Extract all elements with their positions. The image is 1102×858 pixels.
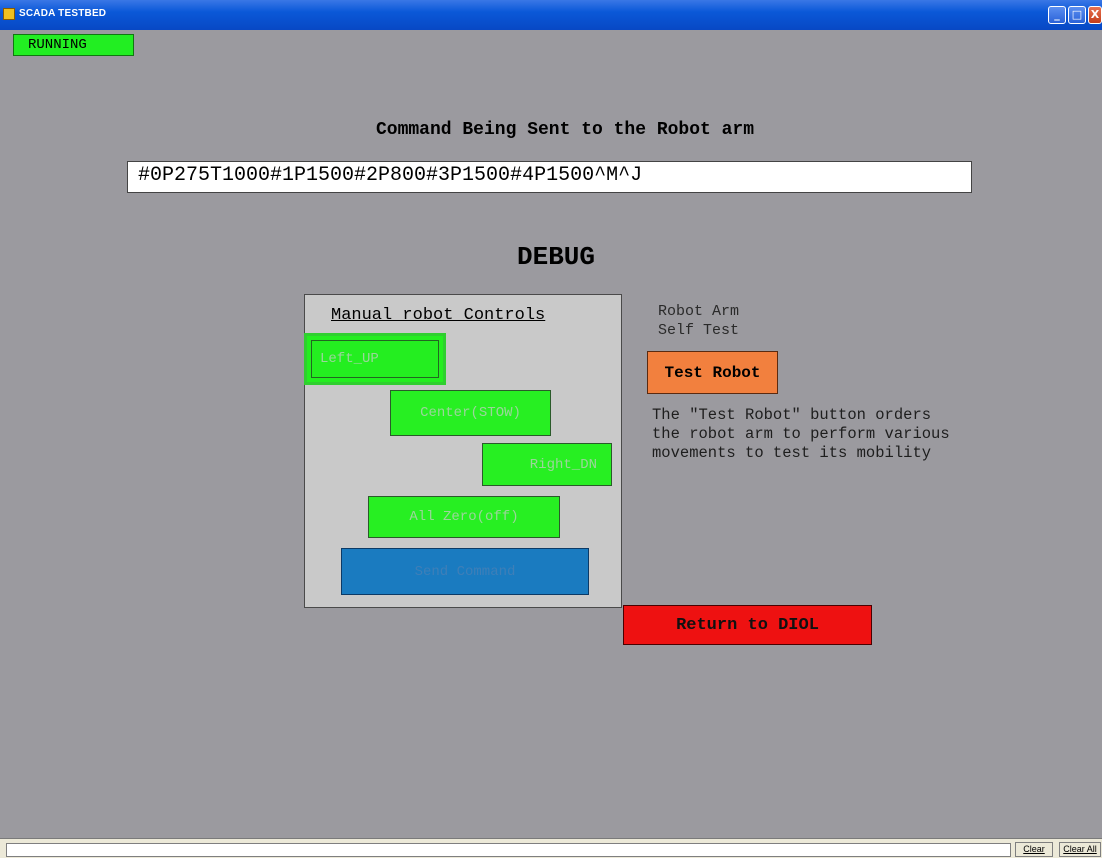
return-to-diol-button[interactable]: Return to DIOL: [623, 605, 872, 645]
debug-title: DEBUG: [517, 242, 596, 272]
app-icon: [3, 8, 15, 20]
self-test-label: Robot Arm Self Test: [658, 303, 740, 339]
minimize-button[interactable]: _: [1048, 6, 1066, 24]
window-titlebar: SCADA TESTBED _ □ X: [0, 0, 1102, 30]
clear-all-button[interactable]: Clear All: [1059, 842, 1101, 857]
close-button[interactable]: X: [1088, 6, 1102, 24]
status-message-field: [6, 843, 1011, 857]
command-display-field: #0P275T1000#1P1500#2P800#3P1500#4P1500^M…: [127, 161, 972, 193]
test-robot-button[interactable]: Test Robot: [647, 351, 778, 394]
manual-controls-title: Manual robot Controls: [331, 306, 546, 325]
running-status-badge: RUNNING: [13, 34, 134, 56]
all-zero-button[interactable]: All Zero(off): [368, 496, 560, 538]
clear-button[interactable]: Clear: [1015, 842, 1053, 857]
status-bar: Clear Clear All: [0, 838, 1102, 858]
left-up-button[interactable]: Left_UP: [304, 333, 446, 385]
window-title: SCADA TESTBED: [19, 8, 107, 19]
center-stow-button[interactable]: Center(STOW): [390, 390, 551, 436]
command-heading: Command Being Sent to the Robot arm: [375, 120, 755, 140]
left-up-label: Left_UP: [311, 340, 439, 378]
right-dn-button[interactable]: Right_DN: [482, 443, 612, 486]
send-command-button[interactable]: Send Command: [341, 548, 589, 595]
maximize-button[interactable]: □: [1068, 6, 1086, 24]
test-robot-description: The "Test Robot" button orders the robot…: [652, 406, 950, 462]
